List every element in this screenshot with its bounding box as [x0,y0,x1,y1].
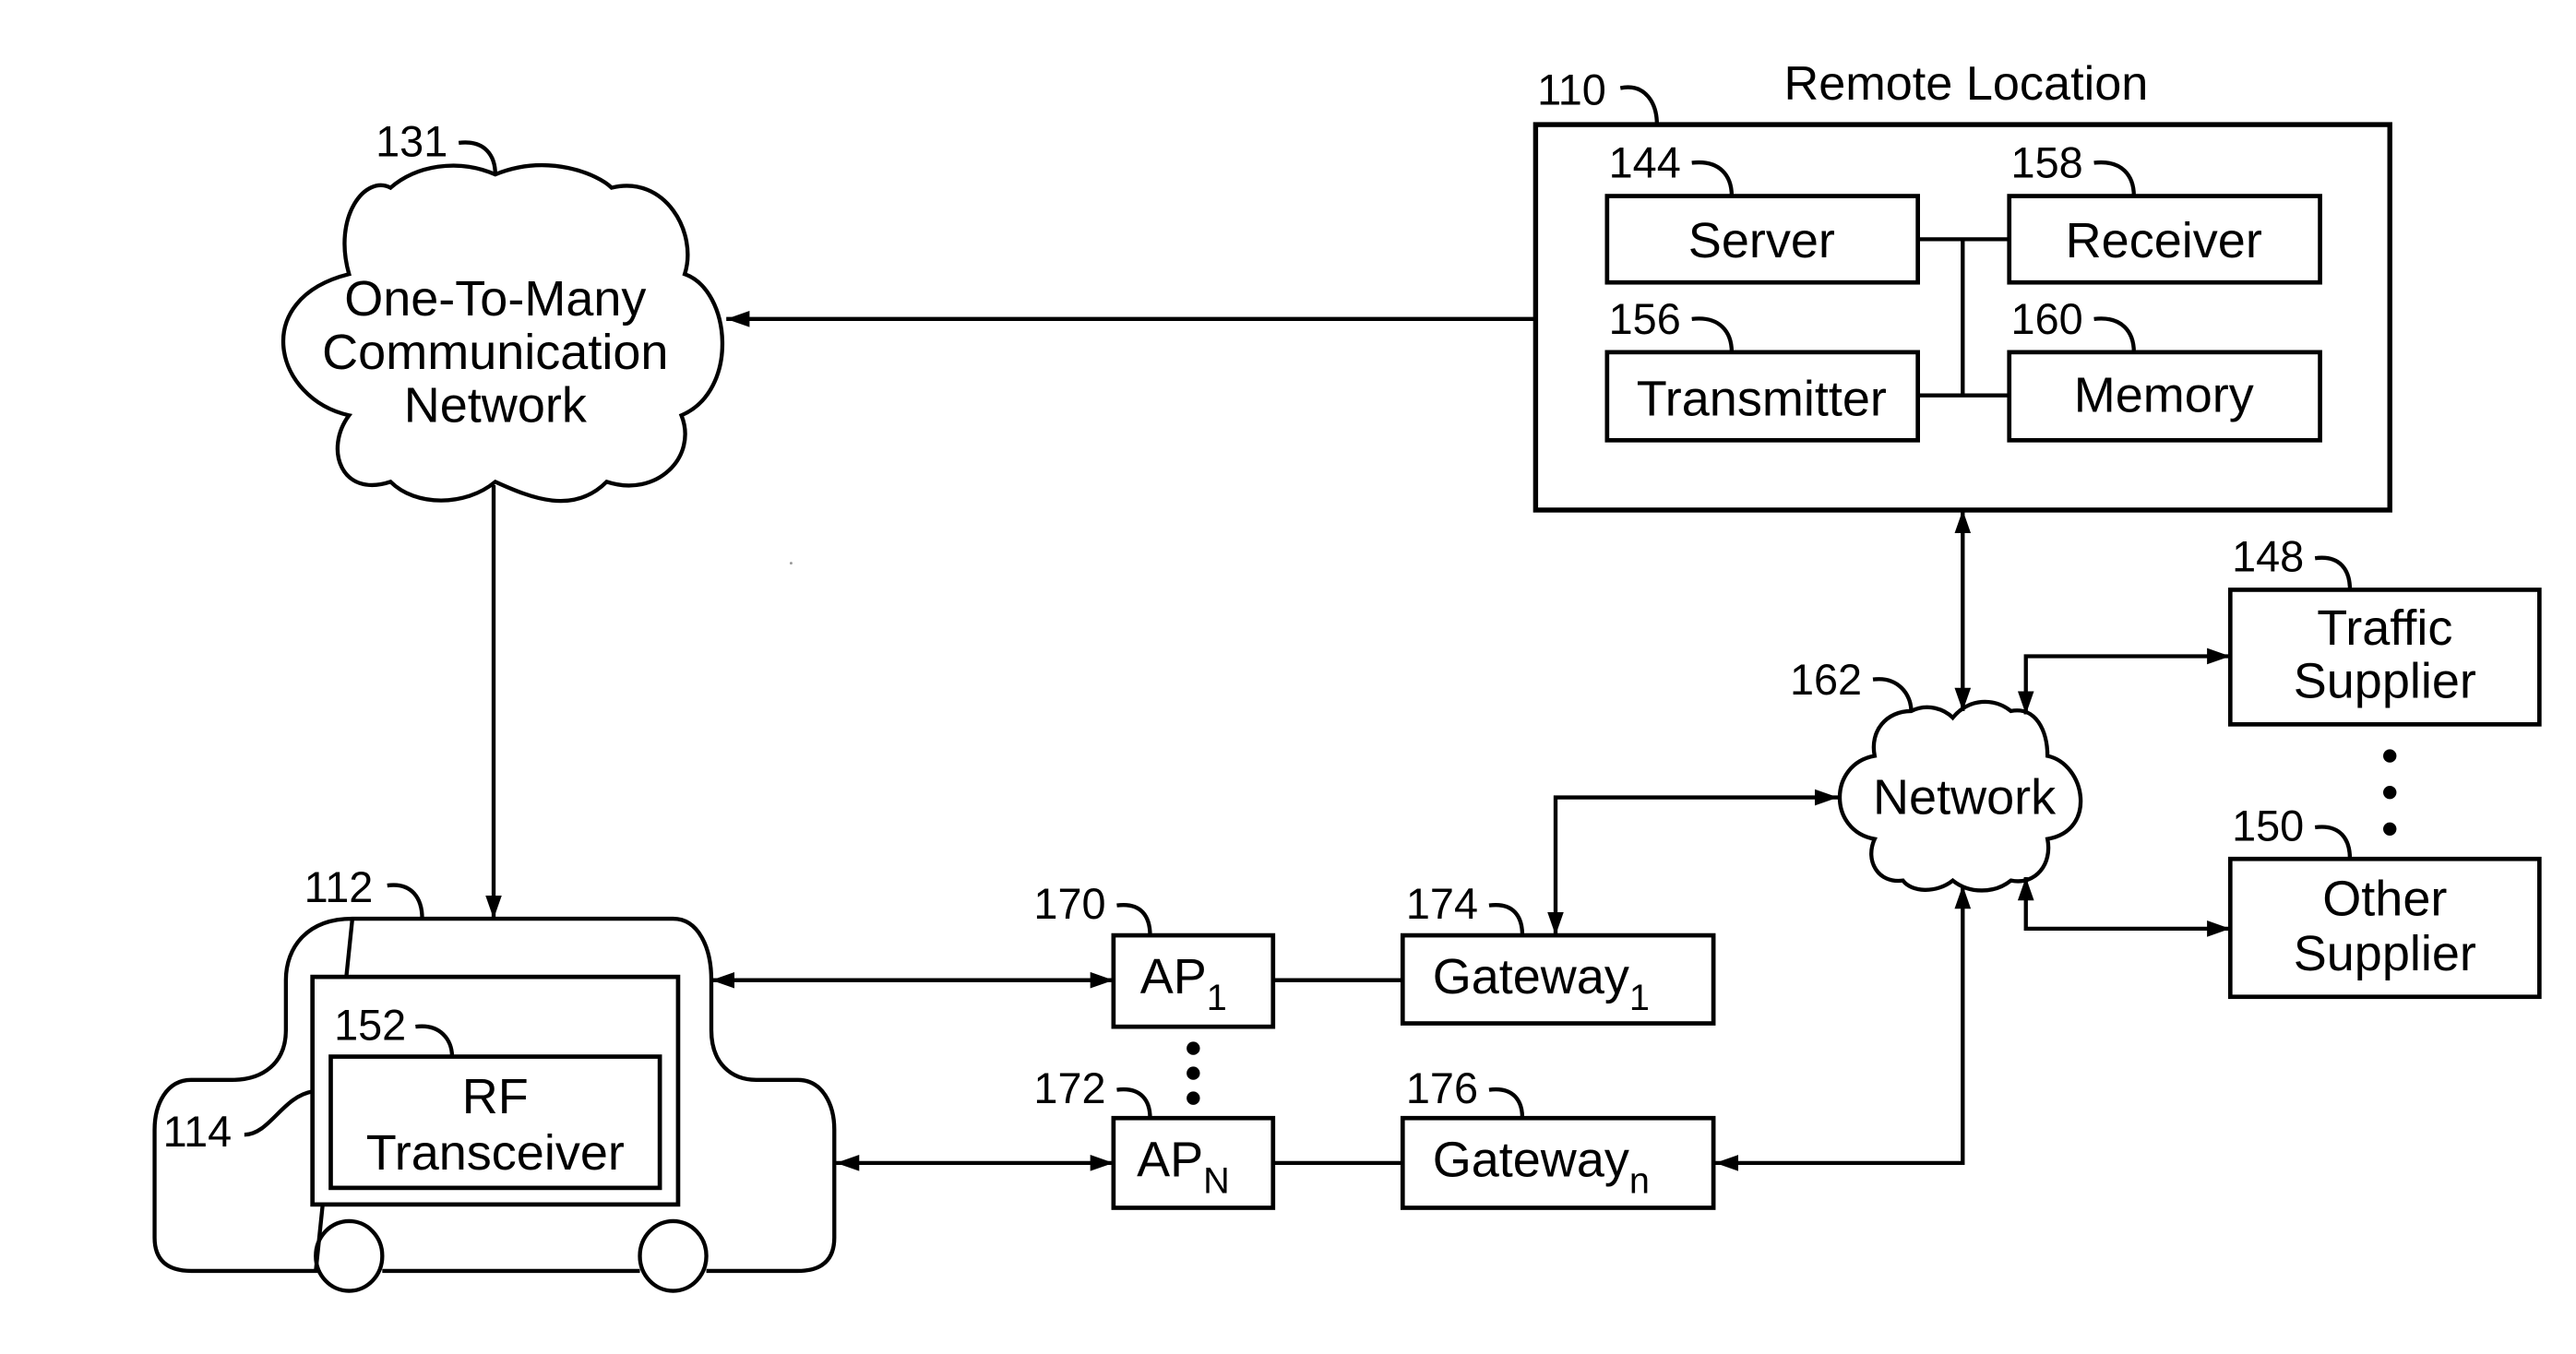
traffic-supplier-line-1: Traffic [2317,600,2452,656]
ref-112: 112 [304,863,374,911]
ellipsis-dot [2383,822,2397,837]
ref-110: 110 [1537,65,1606,113]
leader-162 [1872,677,1914,712]
rf-transceiver-line-2: Transceiver [366,1125,625,1181]
scan-speck [789,562,793,565]
front-wheel-icon [638,1218,709,1293]
ellipsis-dot [1187,1091,1200,1105]
ellipsis-dot [1187,1041,1200,1055]
ref-162: 162 [1790,656,1862,704]
ref-131: 131 [376,117,447,165]
network-label: Network [1873,770,2057,825]
remote-location: Remote Location 110 144 Server 158 Recei… [1532,57,2392,513]
ap-ellipsis [1187,1041,1200,1105]
arrow-gateway1-network [1547,789,1839,936]
network: 162 Network [1790,656,2083,893]
access-point-1: 170 AP1 [1033,880,1276,1029]
leader-176 [1488,1087,1525,1119]
ref-160: 160 [2011,295,2083,343]
remote-location-title: Remote Location [1784,57,2149,111]
memory-label: Memory [2074,368,2254,423]
gateway-n: 176 Gatewayn [1400,1064,1716,1210]
transmitter-label: Transmitter [1637,371,1887,426]
gateway-1: 174 Gateway1 [1400,880,1716,1026]
arrow-network-other-supplier [2017,877,2231,937]
ellipsis-dot [2383,749,2397,763]
vehicle: 112 114 152 RF Transceiver [152,863,837,1293]
other-supplier-line-2: Supplier [2294,926,2476,981]
rf-transceiver-line-1: RF [462,1069,529,1124]
leader-174 [1488,903,1525,936]
receiver-label: Receiver [2066,213,2262,268]
system-diagram: Remote Location 110 144 Server 158 Recei… [152,57,2542,1293]
leader-114 [244,1089,314,1137]
leader-110 [1619,85,1660,125]
access-point-n: 172 APN [1033,1064,1276,1210]
ref-170: 170 [1033,880,1105,928]
leader-148 [2314,555,2353,590]
ref-144: 144 [1609,139,1681,187]
ref-114: 114 [163,1108,233,1156]
leader-170 [1116,903,1152,936]
leader-112 [387,883,424,920]
leader-172 [1116,1087,1152,1119]
arrow-network-gatewayn [1714,885,1972,1171]
ellipsis-dot [1187,1066,1200,1080]
one-to-many-line-1: One-To-Many [344,271,646,327]
leader-150 [2314,825,2353,860]
ellipsis-dot [2383,785,2397,800]
one-to-many-line-3: Network [404,378,588,434]
arrow-network-traffic-supplier [2017,647,2231,715]
ref-172: 172 [1033,1064,1105,1112]
traffic-supplier-line-2: Supplier [2294,654,2476,709]
one-to-many-network: 131 One-To-Many Communication Network [280,117,725,504]
rear-wheel-icon [314,1218,385,1293]
ref-148: 148 [2232,533,2304,581]
supplier-ellipsis [2383,749,2397,837]
server-label: Server [1688,213,1835,268]
one-to-many-line-2: Communication [322,325,668,380]
ref-150: 150 [2232,802,2304,849]
ref-174: 174 [1406,880,1478,928]
traffic-supplier: 148 Traffic Supplier [2227,533,2542,727]
ref-176: 176 [1406,1064,1478,1112]
ref-158: 158 [2011,139,2083,187]
ref-152: 152 [334,1002,406,1050]
ref-156: 156 [1609,295,1681,343]
other-supplier-line-1: Other [2322,871,2447,926]
